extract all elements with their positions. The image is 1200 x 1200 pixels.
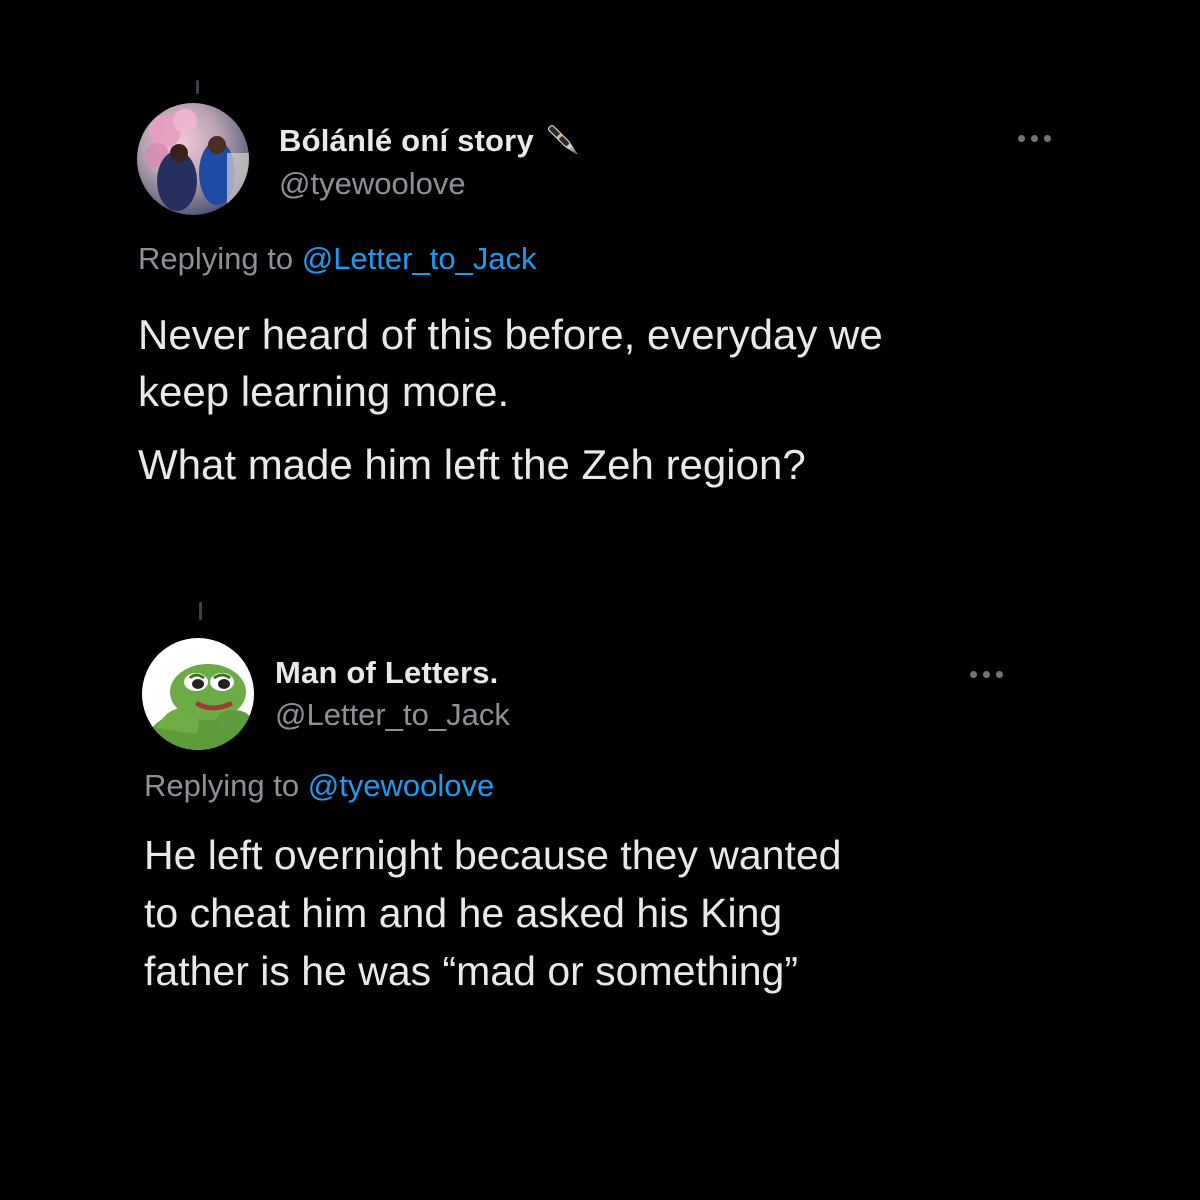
avatar[interactable] — [142, 638, 254, 750]
display-name[interactable]: Bólánlé oní story — [279, 123, 534, 159]
fountain-pen-icon — [542, 119, 586, 163]
author-name-row[interactable]: Man of Letters. — [275, 655, 498, 691]
tweet-1[interactable]: Bólánlé oní story @tyewoolove Replying t… — [0, 0, 1200, 560]
display-name[interactable]: Man of Letters. — [275, 655, 498, 691]
more-options-icon[interactable] — [1018, 128, 1051, 148]
replying-prefix: Replying to — [144, 768, 300, 803]
tweet-paragraph: Never heard of this before, everyday we … — [138, 311, 883, 415]
tweet-body: He left overnight because they wanted to… — [144, 826, 1104, 1000]
tweet-2[interactable]: Man of Letters. @Letter_to_Jack Replying… — [0, 560, 1200, 1200]
replying-prefix: Replying to — [138, 241, 294, 276]
handle[interactable]: @Letter_to_Jack — [275, 697, 510, 733]
avatar[interactable] — [137, 103, 249, 215]
replying-to-mention-link[interactable]: @Letter_to_Jack — [302, 241, 537, 276]
replying-to-line: Replying to @tyewoolove — [144, 768, 494, 804]
tweet-paragraph: He left overnight because they wanted to… — [144, 832, 842, 994]
replying-to-line: Replying to @Letter_to_Jack — [138, 241, 537, 277]
thread-connector-line — [199, 602, 202, 620]
handle[interactable]: @tyewoolove — [279, 166, 466, 202]
author-name-row[interactable]: Bólánlé oní story — [279, 119, 586, 163]
tweet-body: Never heard of this before, everyday we … — [138, 306, 1098, 493]
more-options-icon[interactable] — [970, 664, 1003, 684]
thread-connector-line — [196, 80, 199, 94]
replying-to-mention-link[interactable]: @tyewoolove — [308, 768, 495, 803]
tweet-paragraph: What made him left the Zeh region? — [138, 441, 806, 488]
